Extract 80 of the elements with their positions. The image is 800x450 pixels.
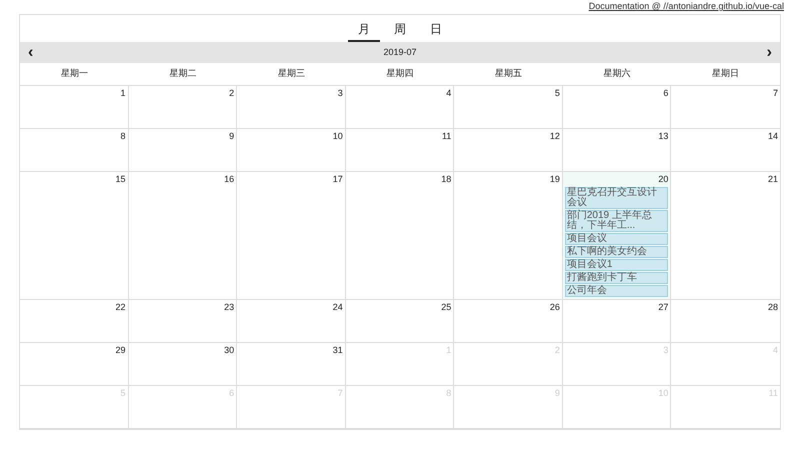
day-cell[interactable]: 28 (671, 300, 780, 343)
day-number: 21 (768, 172, 778, 186)
weekday-label: 星期二 (169, 68, 196, 78)
day-cell[interactable]: 15 (20, 172, 129, 300)
day-cell[interactable]: 25 (346, 300, 454, 343)
day-number: 3 (338, 86, 343, 100)
day-number: 6 (663, 86, 668, 100)
day-number: 10 (332, 130, 343, 142)
weekday-label: 星期六 (604, 68, 631, 78)
day-number: 12 (550, 130, 560, 142)
event-item[interactable]: 星巴克召开交互设计会议 (564, 187, 668, 209)
day-cell[interactable]: 12 (454, 128, 563, 172)
day-cell[interactable]: 22 (20, 300, 129, 343)
day-cell[interactable]: 5 (454, 86, 563, 128)
day-cell[interactable]: 24 (237, 300, 346, 343)
day-cell[interactable]: 18 (346, 172, 454, 300)
day-number: 13 (658, 130, 668, 142)
day-cell[interactable]: 26 (454, 300, 563, 343)
day-cell[interactable]: 20 星巴克召开交互设计会议 部门2019 上半年总结，下半年工... 项目会议 私下啊的美女约会 项目会议1 打酱跑到卡丁车 公司年会 (562, 172, 672, 300)
event-item[interactable]: 私下啊的美女约会 (564, 246, 668, 258)
day-cell[interactable]: 30 (128, 343, 238, 386)
day-number: 25 (441, 301, 452, 314)
month-title: 2019-07 (383, 46, 417, 59)
day-cell[interactable]: 27 (562, 300, 672, 343)
day-cell[interactable]: 14 (671, 128, 780, 172)
day-number: 7 (772, 86, 778, 100)
day-number: 11 (442, 130, 452, 142)
event-item[interactable]: 项目会议1 (564, 259, 668, 271)
day-number: 19 (550, 172, 560, 186)
day-number: 1 (120, 86, 126, 100)
day-cell[interactable]: 1 (20, 86, 129, 128)
next-button[interactable]: › (758, 44, 780, 60)
day-cell[interactable]: 31 (237, 343, 346, 386)
day-number: 8 (120, 130, 126, 142)
day-number: 15 (116, 172, 126, 186)
day-number: 4 (446, 86, 452, 100)
day-cell[interactable]: 23 (128, 300, 238, 343)
view-tab[interactable]: 日 (420, 19, 452, 42)
event-item[interactable]: 公司年会 (564, 285, 668, 297)
day-number: 23 (224, 301, 234, 314)
day-number: 27 (658, 301, 668, 314)
view-tab[interactable]: 周 (384, 19, 416, 42)
day-number: 31 (332, 344, 343, 357)
day-cell[interactable]: 2 (128, 86, 238, 128)
day-cell[interactable]: 8 (20, 128, 129, 172)
day-cell[interactable]: 17 (237, 172, 346, 300)
weekday-label: 星期一 (60, 68, 88, 78)
weekday-label: 星期日 (712, 68, 740, 78)
event-item[interactable]: 打酱跑到卡丁车 (564, 272, 668, 284)
weekday-label: 星期四 (386, 68, 414, 78)
day-number: 2 (229, 86, 234, 100)
weekday-label: 星期三 (278, 68, 305, 78)
day-number: 14 (768, 130, 778, 142)
weekday-label: 星期五 (495, 68, 522, 78)
day-cell[interactable]: 11 (346, 128, 454, 172)
day-cell[interactable]: 7 (671, 86, 780, 128)
documentation-link[interactable]: Documentation @ //antoniandre.github.io/vue-cal (588, 0, 784, 14)
day-number: 24 (332, 301, 343, 314)
day-cell[interactable]: 16 (128, 172, 238, 300)
day-number: 9 (229, 130, 234, 142)
day-number: 18 (441, 172, 452, 186)
day-number: 26 (550, 301, 560, 314)
previous-button[interactable]: ‹ (20, 44, 42, 60)
day-number: 20 (658, 172, 668, 186)
day-number: 16 (224, 172, 234, 186)
day-number: 22 (116, 301, 126, 314)
day-cell[interactable]: 6 (562, 86, 672, 128)
day-cell[interactable]: 4 (346, 86, 454, 128)
day-cell[interactable]: 9 (128, 128, 238, 172)
day-cell[interactable]: 10 (237, 128, 346, 172)
event-item[interactable]: 项目会议 (564, 233, 668, 245)
day-number: 17 (332, 172, 343, 186)
day-number: 29 (116, 344, 126, 357)
day-number: 28 (768, 301, 778, 314)
day-cell[interactable]: 3 (237, 86, 346, 128)
day-cell[interactable]: 21 (671, 172, 780, 300)
day-number: 5 (554, 86, 560, 100)
event-item[interactable]: 部门2019 上半年总结，下半年工... (564, 210, 668, 232)
day-cell[interactable]: 29 (20, 343, 129, 386)
day-number: 30 (224, 344, 234, 357)
